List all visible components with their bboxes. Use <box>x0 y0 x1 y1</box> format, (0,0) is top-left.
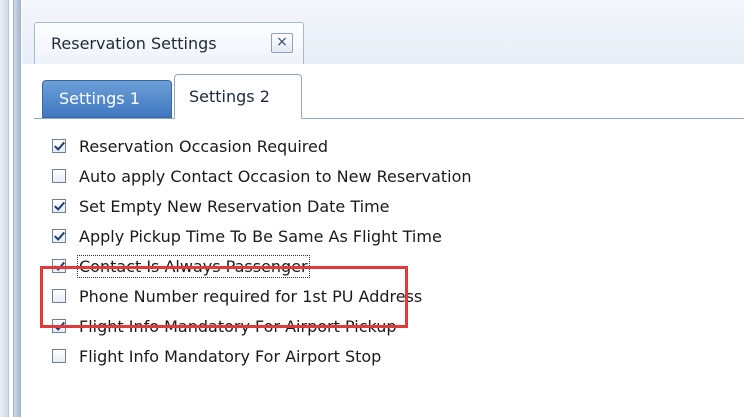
checkbox[interactable] <box>52 349 66 363</box>
document-tab-label: Reservation Settings <box>51 34 217 53</box>
checkbox[interactable] <box>52 259 66 273</box>
checkbox[interactable] <box>52 139 66 153</box>
document-tab-reservation-settings[interactable]: Reservation Settings × <box>34 22 304 64</box>
tab-settings-2-label: Settings 2 <box>189 87 270 106</box>
checkbox[interactable] <box>52 319 66 333</box>
option-label: Apply Pickup Time To Be Same As Flight T… <box>79 226 442 246</box>
checkmark-icon <box>53 141 65 151</box>
option-label: Set Empty New Reservation Date Time <box>79 196 390 216</box>
left-splitter[interactable] <box>13 0 21 417</box>
tab-settings-1-label: Settings 1 <box>59 89 140 108</box>
settings-options-list: Reservation Occasion Required Auto apply… <box>52 131 732 371</box>
close-icon[interactable]: × <box>271 33 293 53</box>
tab-settings-1[interactable]: Settings 1 <box>42 80 172 118</box>
option-label: Phone Number required for 1st PU Address <box>79 286 423 306</box>
option-label: Contact Is Always Passenger <box>77 254 310 278</box>
checkmark-icon <box>53 201 65 211</box>
option-reservation-occasion-required[interactable]: Reservation Occasion Required <box>52 131 732 161</box>
option-phone-number-required[interactable]: Phone Number required for 1st PU Address <box>52 281 732 311</box>
checkmark-icon <box>53 231 65 241</box>
settings-tab-strip: Settings 1 Settings 2 <box>34 72 744 119</box>
checkbox[interactable] <box>52 289 66 303</box>
checkbox[interactable] <box>52 169 66 183</box>
option-contact-is-always-passenger[interactable]: Contact Is Always Passenger <box>52 251 732 281</box>
left-frame-edge <box>0 0 9 417</box>
option-apply-pickup-time-same-as-flight[interactable]: Apply Pickup Time To Be Same As Flight T… <box>52 221 732 251</box>
option-auto-apply-contact-occasion[interactable]: Auto apply Contact Occasion to New Reser… <box>52 161 732 191</box>
tab-settings-2[interactable]: Settings 2 <box>174 74 302 119</box>
option-label: Auto apply Contact Occasion to New Reser… <box>79 166 472 186</box>
option-label: Flight Info Mandatory For Airport Stop <box>79 346 382 366</box>
option-label: Reservation Occasion Required <box>79 136 329 156</box>
option-flight-info-airport-stop[interactable]: Flight Info Mandatory For Airport Stop <box>52 341 732 371</box>
option-flight-info-airport-pickup[interactable]: Flight Info Mandatory For Airport Pickup <box>52 311 732 341</box>
checkbox[interactable] <box>52 229 66 243</box>
option-label: Flight Info Mandatory For Airport Pickup <box>79 316 397 336</box>
checkbox[interactable] <box>52 199 66 213</box>
checkmark-icon <box>53 321 65 331</box>
option-set-empty-reservation-date-time[interactable]: Set Empty New Reservation Date Time <box>52 191 732 221</box>
checkmark-icon <box>53 261 65 271</box>
